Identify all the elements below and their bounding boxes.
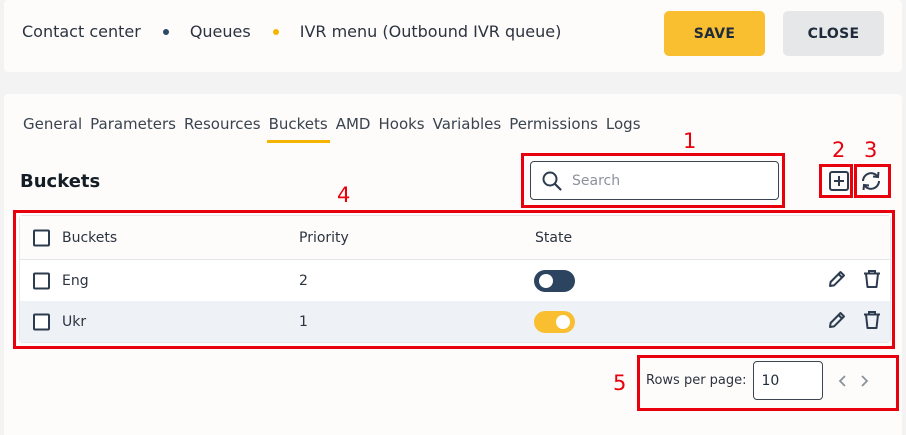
tab-amd[interactable]: AMD: [336, 115, 371, 133]
annotation-box-search: [521, 153, 785, 208]
tab-parameters[interactable]: Parameters: [90, 115, 176, 133]
save-button[interactable]: SAVE: [664, 11, 765, 56]
tab-permissions[interactable]: Permissions: [509, 115, 598, 133]
header-bar: Contact center Queues IVR menu (Outbound…: [4, 0, 902, 72]
breadcrumb-separator-dot: [272, 28, 279, 35]
annotation-box-pagination: [637, 355, 899, 411]
close-button[interactable]: CLOSE: [783, 11, 884, 56]
breadcrumb-separator-dot: [162, 28, 169, 35]
tab-buckets[interactable]: Buckets: [266, 115, 330, 143]
tab-hooks[interactable]: Hooks: [378, 115, 424, 133]
tab-logs[interactable]: Logs: [606, 115, 641, 133]
tab-bar: General Parameters Resources Buckets AMD…: [23, 115, 649, 143]
annotation-box-refresh: [854, 164, 891, 198]
tab-general[interactable]: General: [23, 115, 82, 133]
breadcrumb-contact-center[interactable]: Contact center: [22, 22, 141, 41]
annotation-number: 5: [613, 371, 627, 395]
annotation-number: 3: [864, 138, 878, 162]
annotation-box-table: [13, 210, 895, 349]
breadcrumb-queues[interactable]: Queues: [190, 22, 251, 41]
annotation-box-add: [819, 164, 853, 198]
breadcrumb-current-page: IVR menu (Outbound IVR queue): [299, 22, 562, 41]
section-title: Buckets: [20, 171, 101, 192]
annotation-number: 1: [683, 129, 697, 153]
tab-variables[interactable]: Variables: [433, 115, 502, 133]
annotation-number: 2: [832, 138, 846, 162]
breadcrumb: Contact center Queues IVR menu (Outbound…: [22, 22, 561, 41]
tab-resources[interactable]: Resources: [184, 115, 261, 133]
annotation-number: 4: [337, 183, 351, 207]
